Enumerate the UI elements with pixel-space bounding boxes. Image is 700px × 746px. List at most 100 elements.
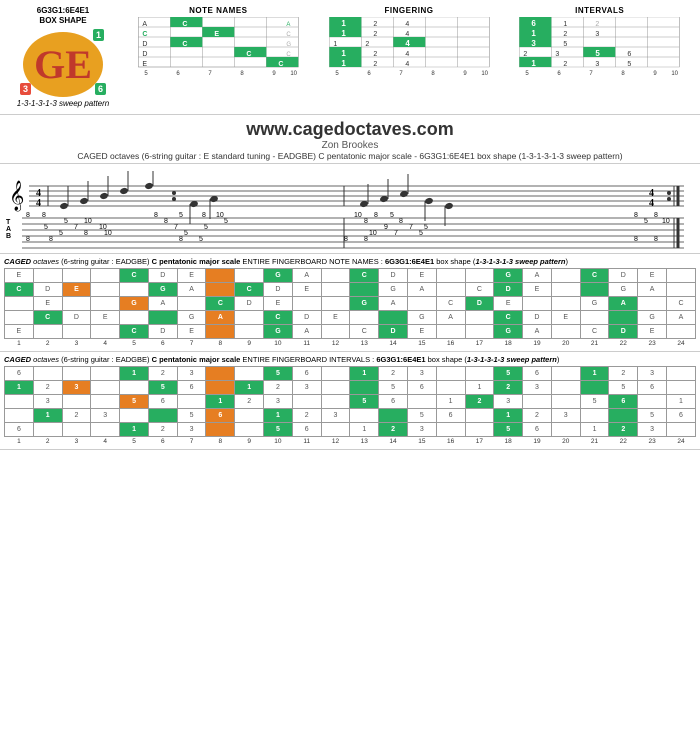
- svg-text:5: 5: [628, 61, 632, 68]
- svg-text:5: 5: [199, 236, 203, 243]
- staff-notation: 𝄞 4 4: [4, 166, 684, 251]
- note-names-title: NOTE NAMES: [189, 6, 247, 15]
- badge-2: 3: [20, 83, 31, 95]
- svg-text:3: 3: [596, 61, 600, 68]
- svg-text:1: 1: [564, 21, 568, 28]
- fingering-diagram: FINGERING 1 2 4 1 2 4: [317, 6, 502, 77]
- svg-text:2: 2: [596, 21, 600, 28]
- fingering-title: FINGERING: [385, 6, 434, 15]
- svg-text:6: 6: [558, 71, 562, 77]
- svg-text:4: 4: [405, 61, 409, 68]
- svg-text:C: C: [286, 52, 291, 58]
- svg-text:9: 9: [463, 71, 467, 77]
- svg-text:C: C: [246, 51, 251, 58]
- badge-1: 1: [93, 29, 104, 41]
- caged-label-2: CAGED: [4, 355, 31, 364]
- svg-text:C: C: [182, 41, 187, 48]
- svg-text:2: 2: [373, 21, 377, 28]
- svg-text:10: 10: [369, 230, 377, 237]
- svg-text:C: C: [142, 31, 147, 38]
- svg-text:5: 5: [184, 230, 188, 237]
- svg-text:6: 6: [532, 19, 537, 28]
- svg-text:C: C: [182, 21, 187, 28]
- website-url: www.cagedoctaves.com: [0, 119, 700, 140]
- svg-text:7: 7: [399, 71, 403, 77]
- box-shape-title: 6G3G1:6E4E1 BOX SHAPE: [37, 6, 89, 25]
- svg-text:C: C: [278, 61, 283, 68]
- svg-text:A: A: [142, 21, 147, 28]
- svg-text:5: 5: [44, 224, 48, 231]
- svg-text:5: 5: [59, 230, 63, 237]
- tab-section: 𝄞 4 4: [0, 164, 700, 254]
- svg-text:T: T: [6, 219, 11, 226]
- svg-text:3: 3: [596, 31, 600, 38]
- svg-text:5: 5: [390, 212, 394, 219]
- svg-text:5: 5: [179, 212, 183, 219]
- svg-text:2: 2: [524, 51, 528, 58]
- svg-text:5: 5: [596, 49, 601, 58]
- svg-text:10: 10: [84, 218, 92, 225]
- website-description: CAGED octaves (6-string guitar : E stand…: [0, 151, 700, 161]
- svg-text:8: 8: [164, 218, 168, 225]
- svg-text:5: 5: [564, 41, 568, 48]
- svg-text:6: 6: [628, 51, 632, 58]
- svg-text:A: A: [6, 226, 11, 233]
- svg-text:5: 5: [224, 218, 228, 225]
- svg-text:7: 7: [174, 224, 178, 231]
- svg-text:8: 8: [240, 71, 244, 77]
- svg-text:5: 5: [335, 71, 339, 77]
- svg-text:10: 10: [354, 212, 362, 219]
- svg-text:1: 1: [333, 41, 337, 48]
- svg-text:8: 8: [399, 218, 403, 225]
- svg-text:4: 4: [649, 198, 654, 209]
- svg-text:5: 5: [64, 218, 68, 225]
- svg-text:3: 3: [556, 51, 560, 58]
- intervals-diagram: INTERVALS 6 1 2 1 2 3: [507, 6, 692, 77]
- svg-text:8: 8: [622, 71, 626, 77]
- svg-text:8: 8: [431, 71, 435, 77]
- svg-text:2: 2: [365, 41, 369, 48]
- note-names-diagram: NOTE NAMES A C: [126, 6, 311, 77]
- website-author: Zon Brookes: [0, 140, 700, 151]
- svg-text:7: 7: [409, 224, 413, 231]
- svg-text:8: 8: [374, 212, 378, 219]
- svg-text:7: 7: [208, 71, 212, 77]
- svg-text:8: 8: [364, 218, 368, 225]
- svg-text:7: 7: [590, 71, 594, 77]
- svg-text:1: 1: [341, 29, 346, 38]
- svg-text:10: 10: [290, 71, 297, 77]
- svg-text:4: 4: [405, 31, 409, 38]
- svg-text:4: 4: [36, 198, 41, 209]
- svg-text:E: E: [142, 61, 147, 68]
- svg-text:E: E: [214, 31, 219, 38]
- svg-text:4: 4: [405, 21, 409, 28]
- fingerboard-notes-title: CAGED octaves (6-string guitar : EADGBE)…: [4, 257, 696, 266]
- svg-text:6: 6: [176, 71, 180, 77]
- box-shape-container: 6G3G1:6E4E1 BOX SHAPE GE 1 3 6 1-3-1-3-1…: [8, 6, 118, 108]
- svg-text:10: 10: [104, 230, 112, 237]
- svg-text:2: 2: [564, 31, 568, 38]
- svg-text:10: 10: [672, 71, 679, 77]
- svg-text:A: A: [286, 22, 290, 28]
- svg-text:D: D: [142, 51, 147, 58]
- svg-text:8: 8: [49, 236, 53, 243]
- svg-text:𝄞: 𝄞: [9, 180, 24, 212]
- svg-text:9: 9: [654, 71, 658, 77]
- fingerboard-intervals-section: CAGED octaves (6-string guitar : EADGBE)…: [0, 352, 700, 450]
- svg-text:D: D: [142, 41, 147, 48]
- svg-text:2: 2: [373, 51, 377, 58]
- svg-text:7: 7: [394, 230, 398, 237]
- svg-text:6: 6: [367, 71, 371, 77]
- svg-text:2: 2: [373, 61, 377, 68]
- svg-text:3: 3: [532, 39, 537, 48]
- svg-text:9: 9: [272, 71, 276, 77]
- svg-text:5: 5: [526, 71, 530, 77]
- svg-text:8: 8: [154, 212, 158, 219]
- fingerboard-notes-grid: ECDEGACDEGACDECDEGACDEGACDEGAEGACDEGACDE…: [4, 268, 696, 348]
- svg-text:8: 8: [634, 236, 638, 243]
- intervals-svg: 6 1 2 1 2 3 3 5 2 3 5 6 1 2 3 5: [507, 17, 692, 77]
- svg-text:9: 9: [384, 224, 388, 231]
- svg-text:8: 8: [634, 212, 638, 219]
- caged-label: CAGED: [4, 257, 31, 266]
- svg-text:4: 4: [405, 39, 410, 48]
